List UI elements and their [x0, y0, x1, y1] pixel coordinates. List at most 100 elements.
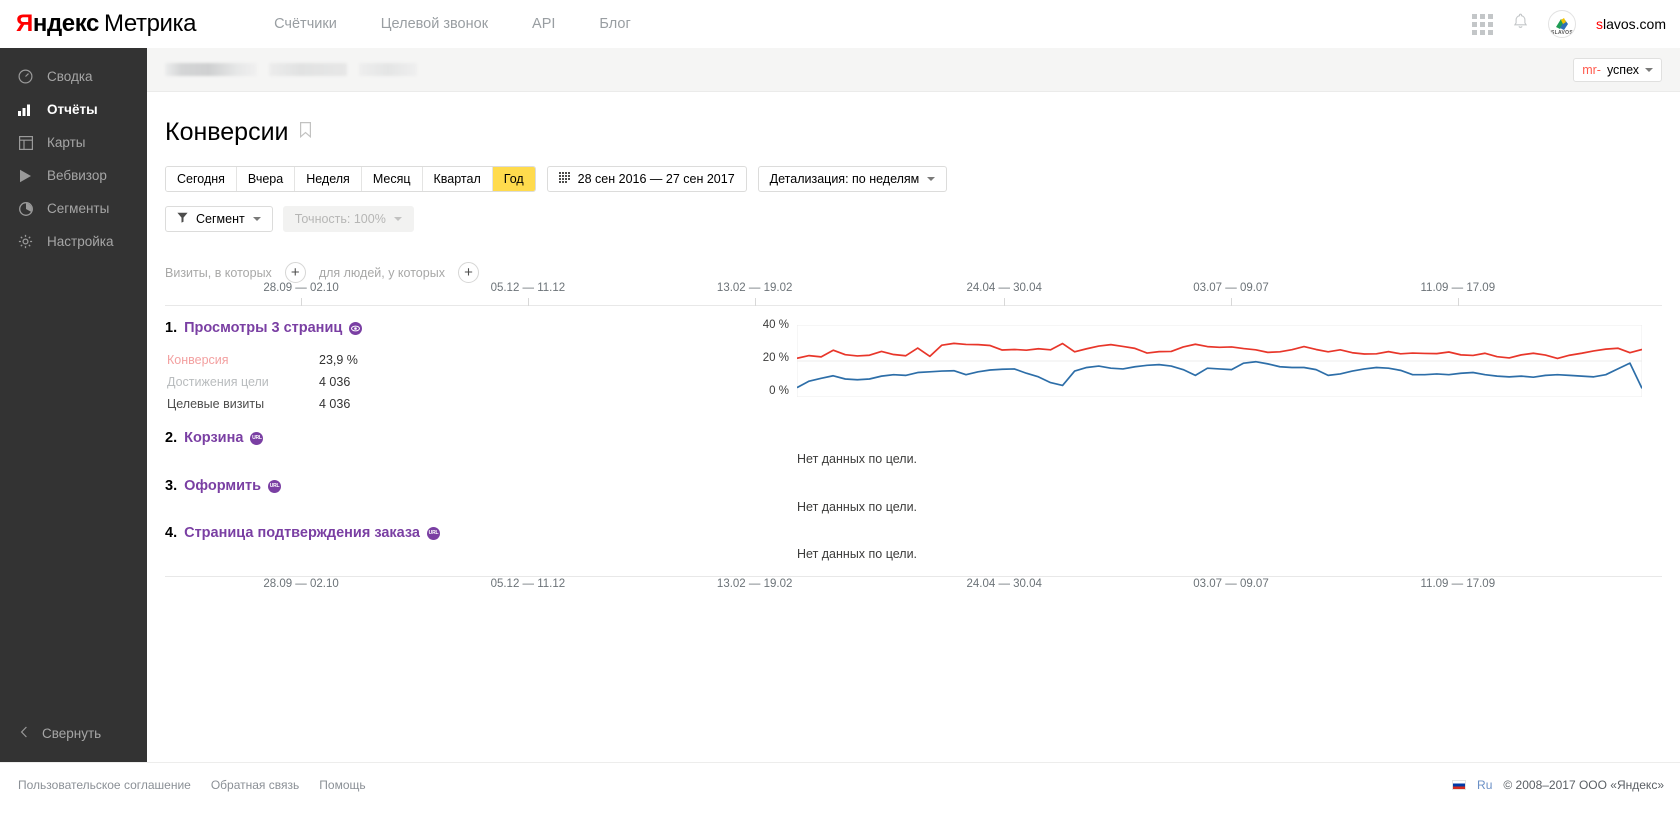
goal-block-2: 2. Корзина URL	[165, 430, 264, 446]
funnel-icon	[177, 212, 188, 226]
x-axis-tick-mark	[1004, 298, 1006, 306]
x-axis-tick-label: 24.04 — 30.04	[966, 282, 1042, 294]
goal-block-1: 1. Просмотры 3 страниц Конверсия 23,9 % …	[165, 320, 363, 416]
copyright: © 2008–2017 ООО «Яндекс»	[1503, 778, 1664, 792]
gear-icon	[17, 233, 34, 250]
sidebar-item-segments[interactable]: Сегменты	[0, 192, 147, 225]
sidebar-item-webvisor[interactable]: Вебвизор	[0, 159, 147, 192]
goal-name[interactable]: Оформить	[184, 478, 261, 494]
period-month[interactable]: Месяц	[361, 167, 423, 191]
x-axis-tick-label: 03.07 — 09.07	[1193, 578, 1269, 590]
goal-name[interactable]: Корзина	[184, 430, 243, 446]
counter-name: успех	[1606, 63, 1639, 77]
goal-header: 1. Просмотры 3 страниц	[165, 320, 363, 336]
table-row: Конверсия 23,9 %	[167, 350, 358, 370]
metric-key: Достижения цели	[167, 375, 269, 389]
detail-level-label: Детализация: по неделям	[769, 172, 920, 186]
metric-value: 4 036	[319, 375, 351, 389]
period-yesterday[interactable]: Вчера	[236, 167, 296, 191]
axis-top-line	[165, 305, 1662, 306]
goal-type-url-icon: URL	[268, 479, 282, 493]
footer-link-agreement[interactable]: Пользовательское соглашение	[18, 778, 191, 792]
top-bar: Яндекс Метрика Счётчики Целевой звонок AP…	[0, 0, 1680, 48]
goal-name[interactable]: Страница подтверждения заказа	[184, 525, 420, 541]
segment-label: Сегмент	[196, 212, 245, 226]
period-year[interactable]: Год	[492, 167, 535, 191]
bar-chart-icon	[17, 101, 34, 118]
nav-blog[interactable]: Блог	[599, 16, 630, 32]
nav-api[interactable]: API	[532, 16, 555, 32]
goal-number: 2.	[165, 430, 178, 446]
username[interactable]: slavos.com	[1596, 16, 1666, 32]
period-week[interactable]: Неделя	[295, 167, 362, 191]
play-icon	[17, 167, 34, 184]
sidebar-item-settings[interactable]: Настройка	[0, 225, 147, 258]
avatar[interactable]: SLAVOS	[1547, 10, 1576, 38]
metric-value: 4 036	[319, 397, 351, 411]
x-axis-tick-mark	[527, 298, 529, 306]
chevron-left-icon	[20, 726, 28, 741]
counter-selector[interactable]: mr-успех	[1573, 58, 1662, 82]
gauge-icon	[17, 68, 34, 85]
period-filter-row: Сегодня Вчера Неделя Месяц Квартал Год 2…	[165, 166, 1680, 192]
footer: Пользовательское соглашение Обратная свя…	[0, 762, 1680, 840]
y-left-tick-40: 40 %	[762, 319, 789, 331]
goal-block-4: 4. Страница подтверждения заказа URL	[165, 525, 440, 541]
notifications-bell-icon[interactable]	[1513, 13, 1528, 35]
apps-grid-icon[interactable]	[1471, 13, 1493, 35]
sidebar-item-label: Отчёты	[47, 102, 98, 117]
period-quarter[interactable]: Квартал	[422, 167, 493, 191]
sidebar-item-reports[interactable]: Отчёты	[0, 93, 147, 126]
sidebar-item-maps[interactable]: Карты	[0, 126, 147, 159]
goal-type-views-icon	[349, 321, 363, 335]
date-range-picker[interactable]: 28 сен 2016 — 27 сен 2017	[546, 166, 747, 192]
accuracy-label: Точность: 100%	[294, 212, 386, 226]
report-area: 28.09 — 02.10 05.12 — 11.12 13.02 — 19.02 2…	[147, 280, 1680, 610]
table-row: Целевые визиты 4 036	[167, 394, 358, 414]
goal-badge-text: URL	[428, 530, 439, 536]
goal-3-no-data: Нет данных по цели.	[797, 500, 918, 514]
bookmark-icon[interactable]	[299, 122, 311, 143]
goal-number: 4.	[165, 525, 178, 541]
russia-flag-icon	[1452, 780, 1467, 790]
goal-badge-text: URL	[252, 435, 262, 441]
goal-badge-text: URL	[269, 483, 280, 489]
chart-axis-top: 28.09 — 02.10 05.12 — 11.12 13.02 — 19.02 2…	[147, 280, 1680, 306]
nav-target-call[interactable]: Целевой звонок	[381, 16, 488, 32]
metric-key: Целевые визиты	[167, 397, 265, 411]
sidebar-collapse-button[interactable]: Свернуть	[0, 718, 147, 748]
date-range-label: 28 сен 2016 — 27 сен 2017	[577, 172, 735, 186]
x-axis-tick-mark	[1457, 298, 1459, 306]
sidebar-item-summary[interactable]: Сводка	[0, 60, 147, 93]
goal-2-no-data: Нет данных по цели.	[797, 452, 918, 466]
chevron-down-icon	[393, 217, 402, 221]
calendar-icon	[558, 172, 570, 186]
segment-button[interactable]: Сегмент	[165, 206, 273, 232]
logo-metrika: Метрика	[103, 9, 197, 37]
sidebar-item-label: Вебвизор	[47, 168, 107, 183]
breadcrumb-redacted-3	[359, 63, 417, 76]
accuracy-selector[interactable]: Точность: 100%	[282, 206, 414, 232]
footer-link-help[interactable]: Помощь	[319, 778, 365, 792]
chevron-down-icon	[927, 177, 936, 181]
yandex-metrica-logo[interactable]: Яндекс Метрика	[16, 9, 197, 38]
footer-right: Ru © 2008–2017 ООО «Яндекс»	[1452, 778, 1664, 792]
chevron-down-icon	[252, 217, 261, 221]
conversion-chart[interactable]: 40 % 20 % 0 % 200 100 0	[763, 319, 1677, 415]
x-axis-tick-mark	[301, 298, 303, 306]
footer-link-feedback[interactable]: Обратная связь	[211, 778, 299, 792]
username-first-letter: s	[1595, 16, 1603, 32]
goal-name[interactable]: Просмотры 3 страниц	[184, 320, 342, 336]
language-selector[interactable]: Ru	[1477, 778, 1492, 792]
nav-counters[interactable]: Счётчики	[274, 16, 337, 32]
chart-series-target-visits	[797, 362, 1642, 389]
goal-header: 3. Оформить URL	[165, 478, 282, 494]
detail-level-selector[interactable]: Детализация: по неделям	[757, 166, 948, 192]
chart-axis-bottom: 28.09 — 02.10 05.12 — 11.12 13.02 — 19.02 2…	[147, 576, 1680, 602]
sidebar-item-label: Сегменты	[47, 201, 110, 216]
goal-type-url-icon: URL	[250, 431, 264, 445]
segment-filter-row: Сегмент Точность: 100%	[165, 206, 1680, 232]
logo-ya: Я	[16, 9, 33, 37]
period-today[interactable]: Сегодня	[166, 167, 237, 191]
logo-ndex: ндекс	[32, 9, 100, 37]
